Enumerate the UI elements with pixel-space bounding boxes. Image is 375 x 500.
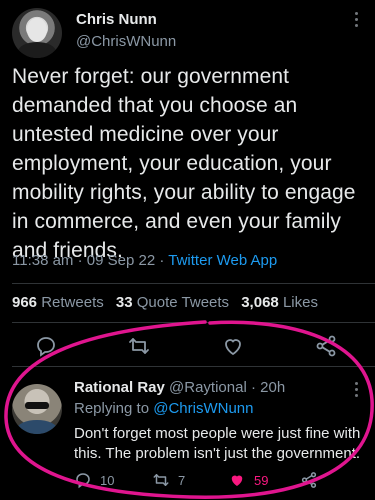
quotes-stat[interactable]: 33 Quote Tweets bbox=[116, 294, 229, 311]
reply-actions: 10 7 59 bbox=[74, 470, 364, 490]
like-icon[interactable] bbox=[221, 334, 249, 362]
replying-mention[interactable]: @ChrisWNunn bbox=[153, 400, 253, 417]
quotes-label: Quote Tweets bbox=[136, 294, 230, 311]
author-name[interactable]: Chris Nunn bbox=[76, 11, 157, 28]
heart-filled-icon bbox=[231, 475, 243, 486]
author-avatar[interactable] bbox=[12, 8, 62, 58]
divider bbox=[12, 283, 375, 284]
tweet-actions bbox=[0, 334, 375, 362]
tweet-stats: 966 Retweets 33 Quote Tweets 3,068 Likes bbox=[12, 294, 318, 311]
meta-separator: · bbox=[159, 252, 165, 269]
retweets-count: 966 bbox=[12, 294, 38, 311]
reply-more-options-icon[interactable] bbox=[351, 382, 361, 398]
share-icon[interactable] bbox=[314, 334, 342, 362]
meta-separator: · bbox=[77, 252, 83, 269]
tweet-date[interactable]: 09 Sep 22 bbox=[87, 252, 155, 269]
avatar-sunglasses bbox=[25, 402, 49, 409]
reply-like-button[interactable]: 59 bbox=[228, 470, 268, 490]
likes-label: Likes bbox=[282, 294, 318, 311]
reply-header: Rational Ray @Raytional · 20h bbox=[74, 379, 285, 396]
author-handle[interactable]: @ChrisWNunn bbox=[76, 33, 176, 50]
reply-like-count: 59 bbox=[254, 472, 269, 488]
reply-retweet-count: 7 bbox=[178, 472, 186, 488]
tweet-meta: 11:38 am · 09 Sep 22 · Twitter Web App bbox=[12, 252, 277, 269]
tweet-time[interactable]: 11:38 am bbox=[12, 252, 73, 269]
divider bbox=[12, 366, 375, 367]
tweet-text: Never forget: our government demanded th… bbox=[12, 65, 356, 262]
quotes-count: 33 bbox=[115, 294, 133, 311]
reply-text: Don't forget most people were just fine … bbox=[74, 425, 361, 462]
reply-reply-count: 10 bbox=[100, 472, 115, 488]
reply-reply-button[interactable]: 10 bbox=[74, 470, 114, 490]
retweet-icon bbox=[153, 474, 169, 486]
retweets-stat[interactable]: 966 Retweets bbox=[12, 294, 104, 311]
likes-count: 3,068 bbox=[241, 294, 279, 311]
divider bbox=[12, 322, 375, 323]
reply-icon[interactable] bbox=[34, 334, 62, 362]
reply-icon bbox=[76, 473, 90, 489]
replying-prefix: Replying to bbox=[74, 400, 150, 417]
more-options-icon[interactable] bbox=[351, 12, 361, 28]
reply-separator: · bbox=[250, 379, 256, 396]
replying-to: Replying to @ChrisWNunn bbox=[74, 400, 253, 417]
retweet-icon[interactable] bbox=[127, 334, 155, 362]
reply-author-name[interactable]: Rational Ray bbox=[74, 379, 165, 396]
avatar-coat bbox=[18, 42, 56, 58]
avatar-shirt bbox=[17, 420, 57, 434]
avatar-face bbox=[27, 18, 47, 42]
likes-stat[interactable]: 3,068 Likes bbox=[241, 294, 318, 311]
retweets-label: Retweets bbox=[41, 294, 104, 311]
tweet-source[interactable]: Twitter Web App bbox=[168, 252, 277, 269]
reply-author-avatar[interactable] bbox=[12, 384, 62, 434]
reply-age[interactable]: 20h bbox=[260, 379, 285, 396]
share-icon bbox=[301, 472, 317, 488]
reply-share-button[interactable] bbox=[300, 470, 318, 490]
reply-retweet-button[interactable]: 7 bbox=[152, 470, 185, 490]
reply-author-handle[interactable]: @Raytional bbox=[169, 379, 247, 396]
